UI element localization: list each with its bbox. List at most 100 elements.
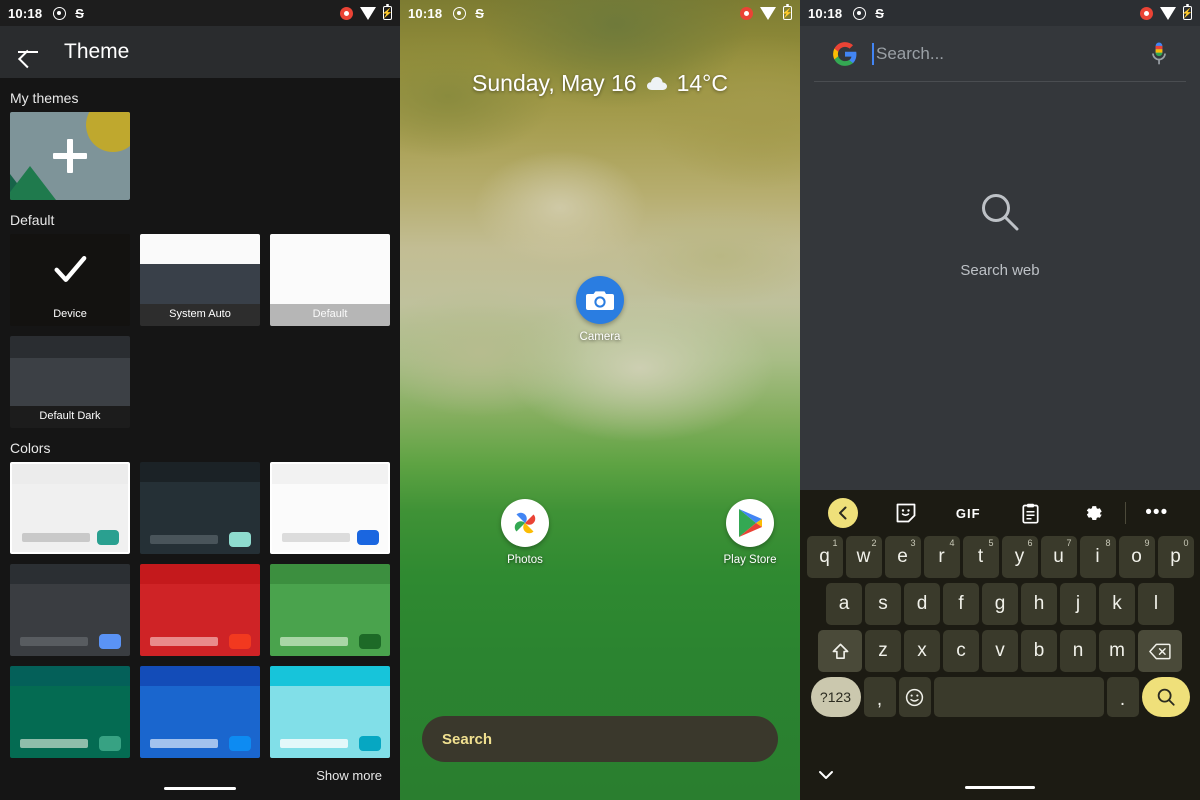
swatch-body (140, 482, 260, 554)
default-section-label: Default (10, 212, 390, 228)
battery-charging-icon: ⚡ (383, 6, 392, 20)
wifi-icon (360, 7, 376, 20)
key-d[interactable]: d (904, 583, 940, 625)
sticker-icon[interactable] (875, 503, 938, 523)
shift-key[interactable] (818, 630, 862, 672)
key-z[interactable]: z (865, 630, 901, 672)
status-bar: 10:18 S ⚡ (0, 0, 400, 26)
color-swatch-red[interactable] (140, 564, 260, 656)
key-c[interactable]: c (943, 630, 979, 672)
key-number-hint: 5 (988, 538, 993, 548)
key-u[interactable]: 7u (1041, 536, 1077, 578)
add-theme-card[interactable] (10, 112, 130, 200)
swatch-text-bar (150, 739, 218, 748)
date-weather-widget[interactable]: Sunday, May 16 14°C (400, 70, 800, 97)
default-theme-grid: Device System Auto Default Default Dark (10, 234, 390, 428)
app-icon-camera[interactable]: Camera (565, 276, 635, 343)
swatch-accent-button (359, 634, 381, 649)
swatch-body (10, 686, 130, 758)
screen-record-icon (1140, 7, 1153, 20)
chevron-down-icon[interactable] (818, 768, 834, 784)
show-more-link[interactable]: Show more (10, 758, 390, 783)
color-swatch-green[interactable] (270, 564, 390, 656)
s-strikethrough-icon: S (75, 7, 84, 20)
swatch-top-bar (140, 462, 260, 482)
color-swatch-dark-teal[interactable] (10, 666, 130, 758)
key-i[interactable]: 8i (1080, 536, 1116, 578)
key-r[interactable]: 4r (924, 536, 960, 578)
key-h[interactable]: h (1021, 583, 1057, 625)
play-store-icon (726, 499, 774, 547)
key-q[interactable]: 1q (807, 536, 843, 578)
swatch-top-bar (10, 666, 130, 686)
gif-button[interactable]: GIF (937, 506, 1000, 521)
sun-shape-icon (86, 112, 130, 152)
key-b[interactable]: b (1021, 630, 1057, 672)
key-g[interactable]: g (982, 583, 1018, 625)
key-e[interactable]: 3e (885, 536, 921, 578)
home-gesture-bar[interactable] (164, 787, 236, 790)
backspace-key[interactable] (1138, 630, 1182, 672)
keyboard-back-button[interactable] (812, 498, 875, 528)
key-o[interactable]: 9o (1119, 536, 1155, 578)
color-swatch-light-teal[interactable] (10, 462, 130, 554)
keyboard-row-3: zxcvbnm (803, 630, 1197, 672)
home-gesture-bar[interactable] (965, 786, 1035, 789)
search-input[interactable]: Search... (872, 43, 1136, 65)
key-f[interactable]: f (943, 583, 979, 625)
swatch-accent-button (229, 532, 251, 547)
search-header: Search... (814, 26, 1186, 82)
cloud-icon (646, 76, 668, 91)
search-key[interactable] (1142, 677, 1190, 717)
key-j[interactable]: j (1060, 583, 1096, 625)
theme-card-default[interactable]: Default (270, 234, 390, 326)
app-icon-play-store[interactable]: Play Store (715, 499, 785, 566)
key-a[interactable]: a (826, 583, 862, 625)
theme-card-default-dark[interactable]: Default Dark (10, 336, 130, 428)
theme-card-device[interactable]: Device (10, 234, 130, 326)
three-phone-screenshots: 10:18 S ⚡ Theme My themes (0, 0, 1200, 800)
overflow-menu[interactable]: ••• (1126, 508, 1189, 518)
key-l[interactable]: l (1138, 583, 1174, 625)
microphone-icon[interactable] (1150, 41, 1168, 67)
swatch-body (272, 484, 388, 552)
key-v[interactable]: v (982, 630, 1018, 672)
theme-settings-screen: 10:18 S ⚡ Theme My themes (0, 0, 400, 800)
back-arrow-icon[interactable] (16, 40, 40, 64)
keyboard-bottom-bar (800, 760, 1200, 800)
swatch-body (12, 484, 128, 552)
color-swatch-dark-slate-teal[interactable] (140, 462, 260, 554)
theme-card-system-auto[interactable]: System Auto (140, 234, 260, 326)
settings-gear-icon[interactable] (1062, 504, 1125, 523)
key-m[interactable]: m (1099, 630, 1135, 672)
color-swatch-cyan[interactable] (270, 666, 390, 758)
key-k[interactable]: k (1099, 583, 1135, 625)
widget-date: Sunday, May 16 (472, 70, 637, 97)
card-preview-body (10, 358, 130, 406)
period-key[interactable]: . (1107, 677, 1139, 717)
key-number-hint: 3 (910, 538, 915, 548)
swatch-accent-button (359, 736, 381, 751)
status-bar-left-icons: S (53, 7, 84, 20)
clipboard-icon[interactable] (1000, 503, 1063, 524)
app-icon-photos[interactable]: Photos (490, 499, 560, 566)
color-swatch-blue[interactable] (140, 666, 260, 758)
keyboard-rows: 1q2w3e4r5t6y7u8i9o0p asdfghjkl zxcvbnm ?… (800, 536, 1200, 717)
emoji-key[interactable] (899, 677, 931, 717)
status-bar: 10:18 S ⚡ (400, 0, 800, 26)
space-key[interactable] (934, 677, 1104, 717)
home-search-bar[interactable]: Search (422, 716, 778, 762)
key-w[interactable]: 2w (846, 536, 882, 578)
key-s[interactable]: s (865, 583, 901, 625)
key-t[interactable]: 5t (963, 536, 999, 578)
card-preview-dark (140, 264, 260, 304)
key-n[interactable]: n (1060, 630, 1096, 672)
key-p[interactable]: 0p (1158, 536, 1194, 578)
key-x[interactable]: x (904, 630, 940, 672)
comma-key[interactable]: , (864, 677, 896, 717)
color-swatch-white-blue[interactable] (270, 462, 390, 554)
key-y[interactable]: 6y (1002, 536, 1038, 578)
symbols-key[interactable]: ?123 (811, 677, 861, 717)
color-swatch-gray-blue[interactable] (10, 564, 130, 656)
empty-state-label: Search web (800, 262, 1200, 279)
